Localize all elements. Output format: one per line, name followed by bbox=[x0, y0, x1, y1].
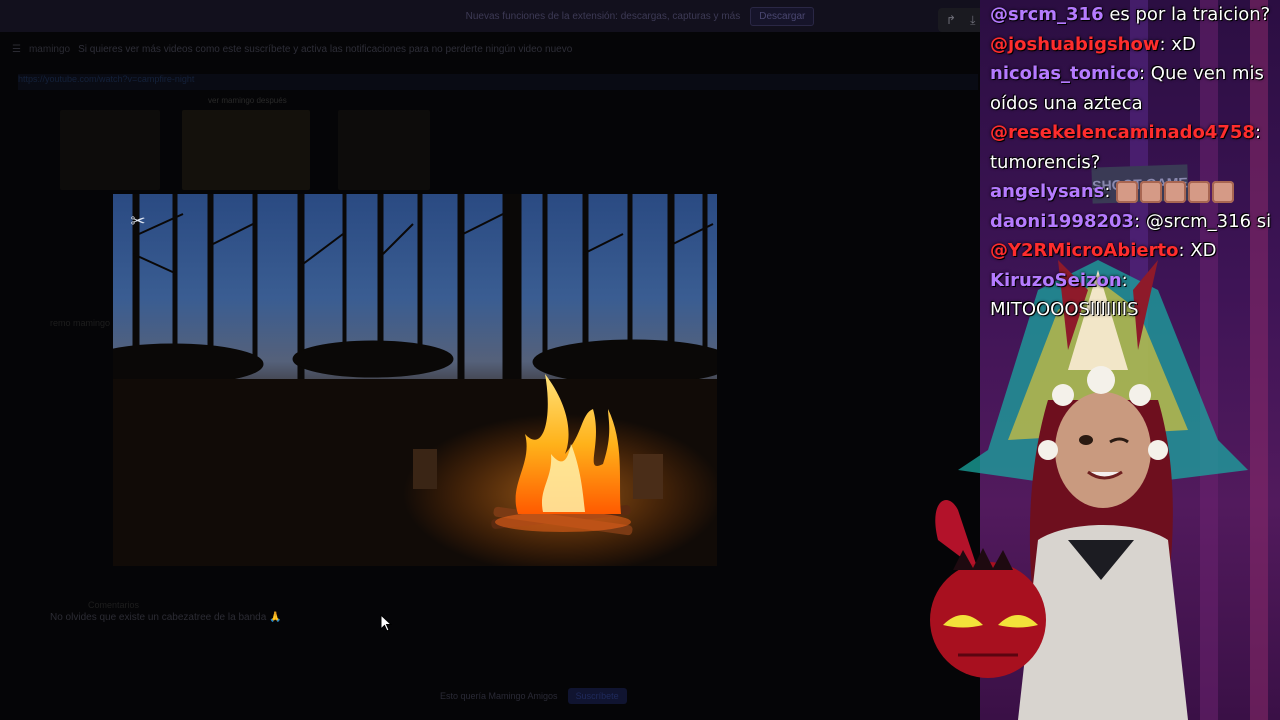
menu-icon[interactable]: ☰ bbox=[12, 44, 21, 55]
subscribe-button[interactable]: Suscríbete bbox=[567, 688, 627, 704]
chat-username: @srcm_316 bbox=[990, 4, 1104, 25]
campfire-scene bbox=[113, 194, 717, 566]
chat-message: @Y2RMicroAbierto: XD bbox=[990, 236, 1280, 266]
thumbnail-strip bbox=[60, 95, 460, 195]
chat-message: KiruzoSeizon: MITOOOOSIIIIIIIS bbox=[990, 266, 1280, 325]
chat-username: daoni1998203 bbox=[990, 210, 1135, 232]
chat-username: KiruzoSeizon bbox=[990, 269, 1122, 291]
chat-message: @resekelencaminado4758: tumorencis? bbox=[990, 118, 1280, 177]
emote-icon bbox=[1116, 181, 1139, 203]
chat-username: @resekelencaminado4758 bbox=[990, 122, 1255, 143]
chat-text: : @srcm_316 si bbox=[1134, 210, 1272, 232]
chat-message: angelysans: bbox=[990, 177, 1280, 207]
sidebar-item[interactable]: Comentarios bbox=[88, 600, 139, 610]
banner-message: Nuevas funciones de la extensión: descar… bbox=[465, 10, 741, 22]
thumbnail[interactable] bbox=[338, 110, 430, 190]
capcut-logo-icon: ✂ bbox=[130, 211, 146, 231]
emote-icon bbox=[1188, 181, 1211, 203]
chat-text: : bbox=[1104, 181, 1117, 202]
chat-username: @Y2RMicroAbierto bbox=[990, 240, 1179, 261]
chat-message: daoni1998203: @srcm_316 si bbox=[990, 207, 1280, 237]
emote-icon bbox=[1212, 181, 1235, 203]
thumbnail[interactable] bbox=[60, 110, 160, 190]
chat-text: es por la traicion? bbox=[1103, 4, 1271, 25]
banner-download-button[interactable]: Descargar bbox=[750, 6, 815, 26]
mouse-cursor-icon bbox=[380, 614, 392, 632]
chat-message: nicolas_tomico: Que ven mis oídos una az… bbox=[990, 59, 1280, 118]
download-icon[interactable]: ⤓ bbox=[970, 13, 975, 28]
chat-text: : XD bbox=[1178, 240, 1217, 261]
thumbnail-caption: ver mamingo después bbox=[208, 96, 287, 105]
stream-chat: @srcm_316 es por la traicion? @joshuabig… bbox=[990, 0, 1280, 325]
sidebar-item[interactable]: remo mamingo bbox=[50, 318, 110, 328]
emote-icon bbox=[1164, 181, 1187, 203]
chat-username: nicolas_tomico bbox=[990, 63, 1139, 84]
chat-message: @srcm_316 es por la traicion? bbox=[990, 0, 1280, 30]
comment-text: No olvides que existe un cabezatree de l… bbox=[50, 612, 282, 623]
chat-username: @joshuabigshow bbox=[990, 33, 1160, 55]
page-header: ☰ mamingo Si quieres ver más videos como… bbox=[0, 36, 1012, 62]
thumbnail[interactable] bbox=[182, 110, 310, 190]
page-description: Si quieres ver más videos como este susc… bbox=[78, 43, 573, 55]
chat-message: @joshuabigshow: xD bbox=[990, 30, 1280, 60]
channel-title[interactable]: mamingo bbox=[29, 44, 70, 55]
chat-username: angelysans bbox=[990, 181, 1105, 202]
chat-text: : xD bbox=[1159, 33, 1196, 55]
video-player[interactable] bbox=[113, 194, 717, 566]
url-field[interactable]: https://youtube.com/watch?v=campfire-nig… bbox=[18, 74, 978, 90]
footer: Esto quería Mamingo Amigos Suscríbete bbox=[440, 688, 627, 704]
footer-text: Esto quería Mamingo Amigos bbox=[440, 691, 558, 701]
emote-icon bbox=[1140, 181, 1163, 203]
share-icon[interactable]: ↱ bbox=[946, 13, 956, 27]
